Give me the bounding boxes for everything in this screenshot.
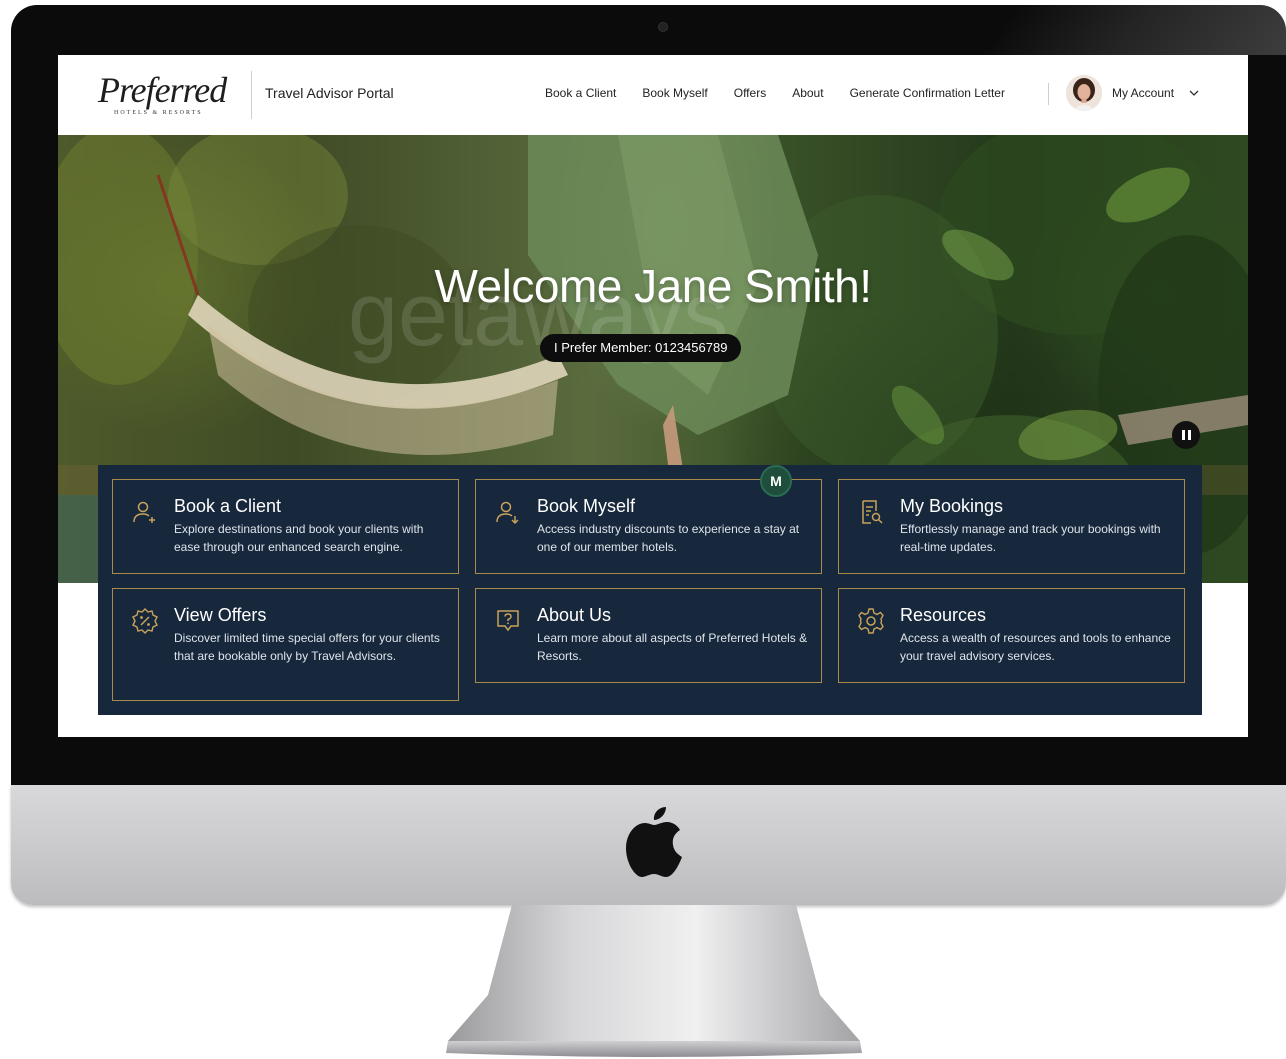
quick-links-panel: Book a Client Explore destinations and b…	[98, 465, 1202, 715]
chevron-down-icon	[1189, 90, 1199, 96]
card-resources[interactable]: Resources Access a wealth of resources a…	[838, 588, 1185, 683]
logo-subtitle: HOTELS & RESORTS	[114, 110, 203, 116]
browser-screen: Preferred HOTELS & RESORTS Travel Adviso…	[58, 55, 1248, 737]
apple-logo-icon	[626, 807, 682, 877]
member-number-pill: I Prefer Member: 0123456789	[540, 334, 742, 362]
card-title: View Offers	[174, 605, 267, 625]
card-description: Access industry discounts to experience …	[537, 522, 800, 554]
pause-icon	[1181, 430, 1185, 440]
user-arrow-icon	[496, 501, 519, 525]
portal-title: Travel Advisor Portal	[265, 85, 394, 101]
nav-link-book-client[interactable]: Book a Client	[545, 86, 616, 100]
nav-link-offers[interactable]: Offers	[734, 86, 766, 100]
card-title: Book Myself	[537, 496, 636, 516]
nav-divider-account	[1048, 83, 1049, 105]
card-description: Explore destinations and book your clien…	[174, 522, 424, 554]
card-description: Learn more about all aspects of Preferre…	[537, 631, 808, 663]
card-description: Discover limited time special offers for…	[174, 631, 440, 663]
card-description: Effortlessly manage and track your booki…	[900, 522, 1161, 554]
card-view-offers[interactable]: View Offers Discover limited time specia…	[112, 588, 459, 701]
preferred-logo[interactable]: Preferred HOTELS & RESORTS	[94, 65, 254, 125]
avatar	[1066, 75, 1102, 111]
card-title: About Us	[537, 605, 612, 625]
welcome-heading: Welcome Jane Smith!	[434, 260, 872, 312]
card-description: Access a wealth of resources and tools t…	[900, 631, 1171, 663]
card-book-client[interactable]: Book a Client Explore destinations and b…	[112, 479, 459, 574]
nav-link-about[interactable]: About	[792, 86, 823, 100]
card-title: My Bookings	[900, 496, 1004, 516]
nav-divider	[251, 71, 252, 119]
document-search-icon	[862, 500, 883, 524]
user-plus-icon	[133, 501, 155, 523]
card-title: Resources	[900, 605, 987, 625]
card-about-us[interactable]: About Us Learn more about all aspects of…	[475, 588, 822, 683]
logo-script-text: Preferred	[98, 70, 227, 110]
card-my-bookings[interactable]: My Bookings Effortlessly manage and trac…	[838, 479, 1185, 574]
discount-badge-icon	[132, 608, 158, 634]
nav-link-book-myself[interactable]: Book Myself	[642, 86, 707, 100]
monitor-stand	[446, 905, 862, 1057]
top-navigation: Preferred HOTELS & RESORTS Travel Adviso…	[58, 55, 1248, 135]
camera-dot	[659, 23, 667, 31]
my-account-label: My Account	[1112, 86, 1175, 100]
gear-icon	[858, 608, 884, 634]
pause-slideshow-button[interactable]	[1172, 421, 1200, 449]
nav-link-confirmation-letter[interactable]: Generate Confirmation Letter	[850, 86, 1005, 100]
m-badge[interactable]: M	[760, 465, 792, 497]
my-account-menu[interactable]: My Account	[1066, 75, 1200, 111]
nav-links: Book a Client Book Myself Offers About G…	[545, 86, 1005, 100]
question-bubble-icon	[497, 610, 519, 632]
card-title: Book a Client	[174, 496, 282, 516]
